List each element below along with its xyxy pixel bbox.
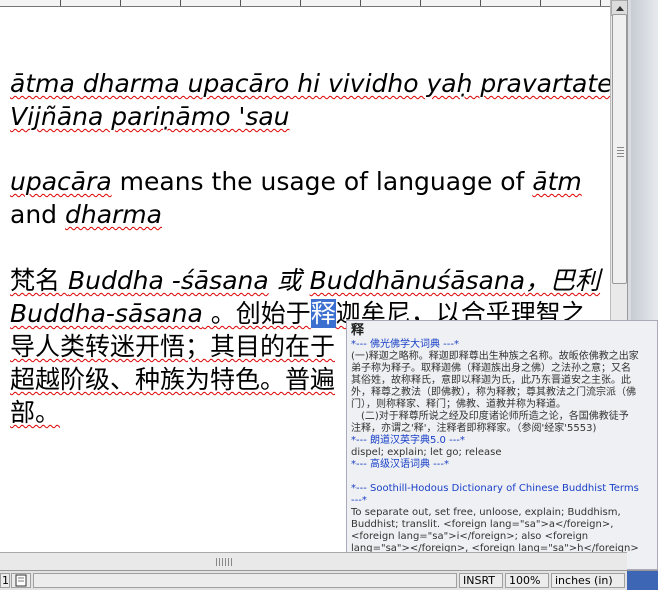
popup-def-line: 其俗姓，故称释氏，意即以释迦为氏，此乃东晋道安之主张。此 bbox=[351, 375, 631, 386]
popup-def-line: To separate out, set free, unloose, expl… bbox=[351, 507, 621, 518]
popup-source-gaoji[interactable]: *--- 高级汉语词典 ---* bbox=[347, 459, 657, 471]
popup-source-foguang[interactable]: *--- 佛光佛学大词典 ---* bbox=[347, 339, 657, 351]
line6-bs: Buddha-sāsana bbox=[10, 299, 203, 328]
doc-line-3[interactable]: upacāra means the usage of language of ā… bbox=[10, 166, 582, 198]
status-bar: 1 INSRT 100% inches (in) bbox=[0, 570, 658, 590]
dharma-word: dharma bbox=[64, 200, 162, 229]
line9-text: 部。 bbox=[10, 398, 61, 427]
popup-headword: 释 bbox=[351, 323, 365, 338]
scroll-thumb[interactable] bbox=[612, 14, 627, 284]
popup-source-langdao[interactable]: *--- 朗道汉英字典5.0 ---* bbox=[347, 435, 657, 447]
doc-line-1[interactable]: ātma dharma upacāro hi vividho yaḥ prava… bbox=[10, 68, 610, 100]
popup-def-line: 注释，亦谓之'释'，注释者即称释家。（参阅'经家'5553) bbox=[351, 423, 597, 434]
line5-a: 梵名 bbox=[10, 266, 68, 295]
line5-c: ，巴利 bbox=[525, 266, 601, 295]
line6-a: 。创始于 bbox=[202, 299, 311, 328]
popup-def-line: 门），则称释家、释门；佛教、道教并称为释道。 bbox=[351, 399, 566, 410]
doc-line-9[interactable]: 部。 bbox=[10, 397, 60, 429]
popup-def-line: 弟子称为释子。取释迦佛（释迦族出身之佛）之法孙之意；又名 bbox=[351, 363, 631, 374]
popup-def-line: <foreign lang="sa">i</foreign>; also <fo… bbox=[351, 531, 589, 542]
doc-line-8[interactable]: 超越阶级、种族为特色。普遍 bbox=[10, 364, 335, 396]
line8-text: 超越阶级、种族为特色。普遍 bbox=[10, 365, 336, 394]
doc-line-2[interactable]: Vijñāna pariṇāmo 'sau bbox=[10, 101, 290, 133]
line5-bs: Buddhānuśāsana bbox=[309, 266, 526, 295]
doc-line-7[interactable]: 导人类转迷开悟；其目的在于 bbox=[10, 331, 335, 363]
insert-mode-indicator[interactable]: INSRT bbox=[459, 573, 503, 588]
taskbar-corner bbox=[627, 571, 658, 590]
arrow-up-icon bbox=[616, 6, 624, 11]
units-indicator[interactable]: inches (in) bbox=[551, 573, 625, 588]
popup-def-line: 外，释尊之教法（即佛教），称为释教；尊其教法之门流宗派（佛 bbox=[351, 387, 636, 398]
document-icon[interactable] bbox=[11, 573, 31, 588]
line7-text: 导人类转迷开悟；其目的在于 bbox=[10, 332, 336, 361]
grip-icon bbox=[617, 145, 624, 157]
grip-icon bbox=[216, 558, 234, 566]
popup-def-line: Buddhist; translit. <foreign lang="sa">a… bbox=[351, 519, 614, 530]
and-word: and bbox=[10, 200, 65, 229]
doc-line-5[interactable]: 梵名 Buddha -śāsana 或 Buddhānuśāsana，巴利 bbox=[10, 265, 600, 297]
popup-source-soothill-end: ---* bbox=[351, 495, 367, 506]
upacara-word: upacāra bbox=[10, 167, 112, 196]
line5-buddha: Buddha -śāsana bbox=[67, 266, 269, 295]
popup-def-line: dispel; explain; let go; release bbox=[351, 447, 502, 458]
atm-word: ātm bbox=[532, 167, 582, 196]
popup-source-soothill[interactable]: *--- Soothill-Hodous Dictionary of Chine… bbox=[347, 483, 657, 495]
line2-text: Vijñāna pariṇāmo 'sau bbox=[10, 102, 290, 131]
popup-def-line: (一)释迦之略称。释迦即释尊出生种族之名称。故皈依佛教之出家 bbox=[351, 351, 639, 362]
popup-def-line: (二)对于释尊所说之经及印度诸论师所造之论，各国佛教徒予 bbox=[351, 411, 629, 422]
doc-line-4[interactable]: and dharma bbox=[10, 199, 162, 231]
status-page-number: 1 bbox=[0, 573, 10, 588]
selected-character[interactable]: 释 bbox=[310, 299, 336, 328]
top-ruler bbox=[0, 0, 610, 7]
dictionary-popup[interactable]: 释 *--- 佛光佛学大词典 ---* (一)释迦之略称。释迦即释尊出生种族之名… bbox=[346, 320, 658, 570]
zoom-indicator[interactable]: 100% bbox=[505, 573, 549, 588]
line5-b: 或 bbox=[268, 266, 310, 295]
status-message-area bbox=[33, 573, 457, 588]
horizontal-scrollbar[interactable] bbox=[0, 552, 627, 571]
line1-text: ātma dharma upacāro hi vividho yaḥ prava… bbox=[10, 69, 610, 98]
line3-rest: means the usage of language of bbox=[111, 167, 533, 196]
